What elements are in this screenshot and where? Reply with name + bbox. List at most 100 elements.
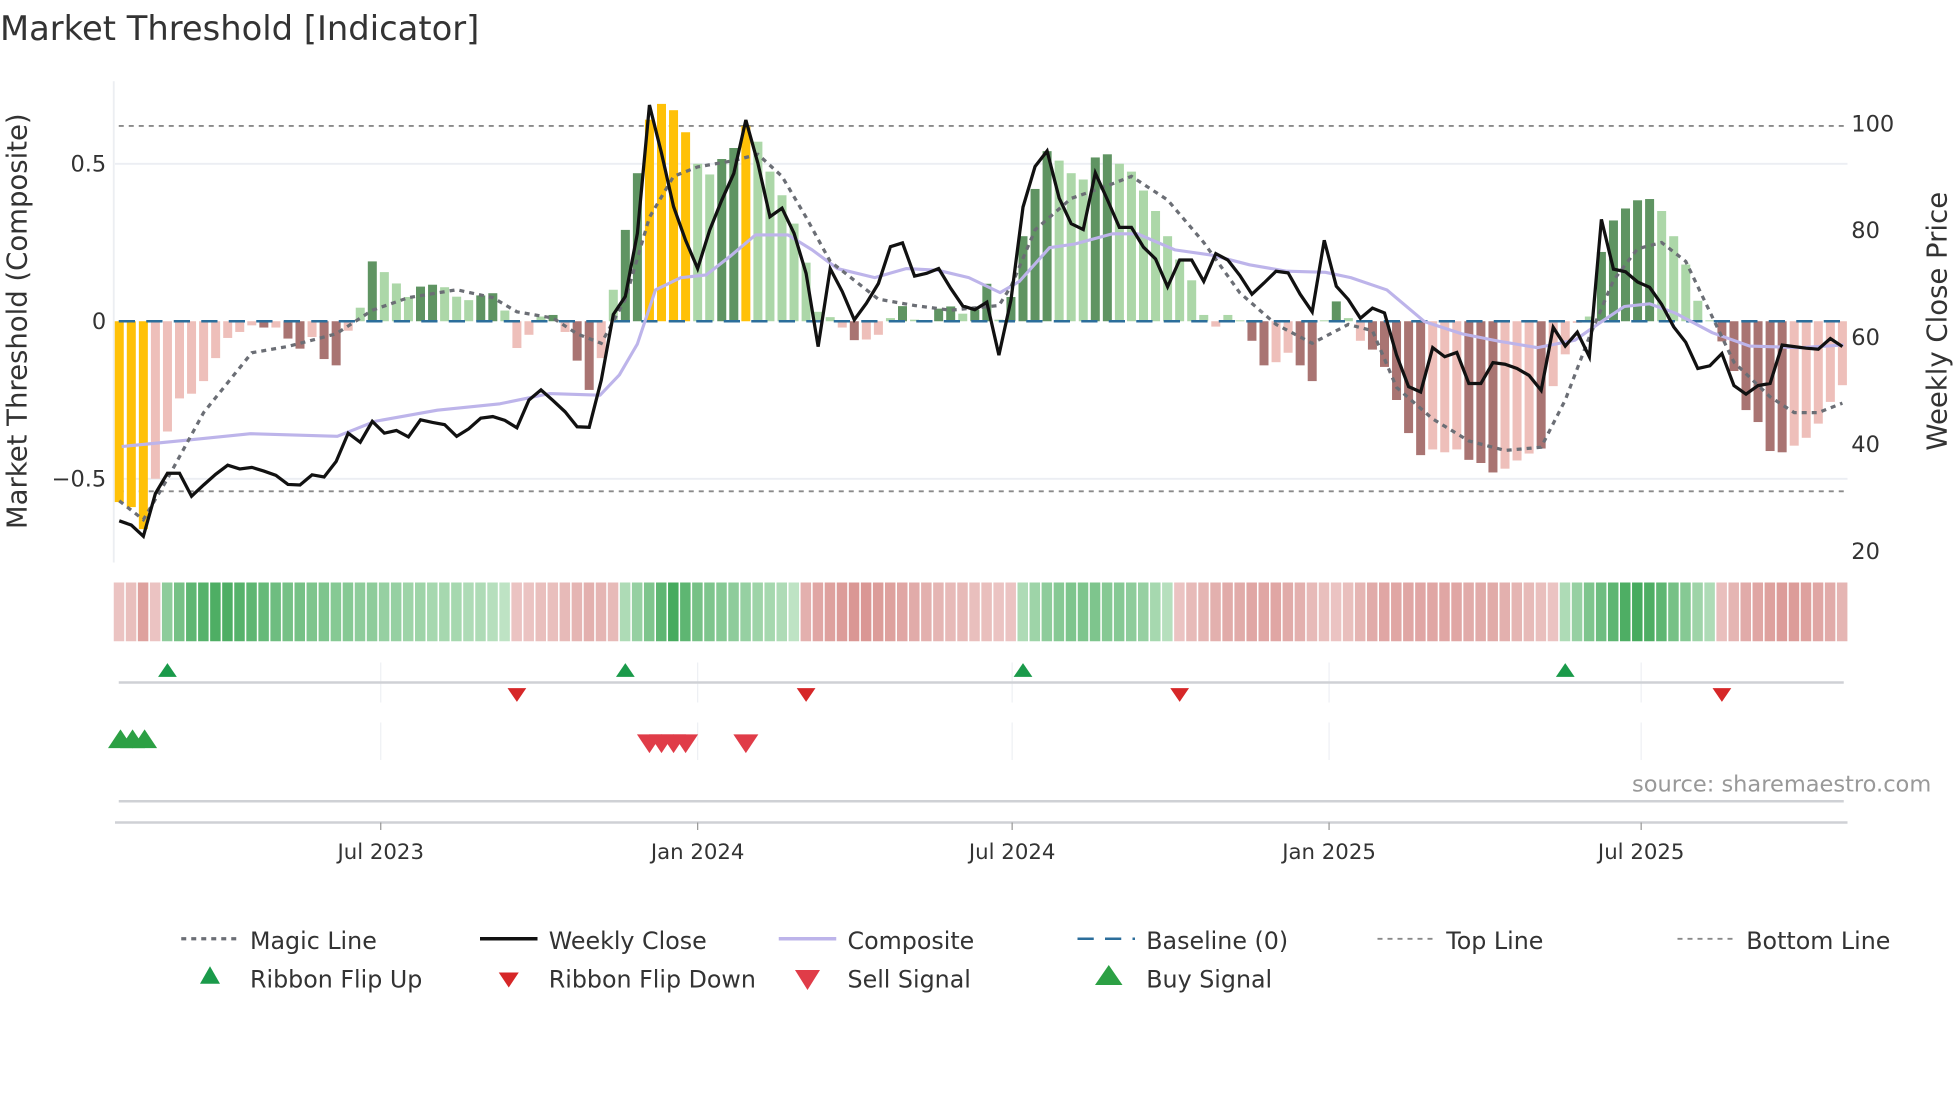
ribbon-cell (643, 582, 655, 642)
composite-bar (1126, 171, 1136, 322)
ribbon-cell (1704, 582, 1715, 642)
ribbon-flip-down-icon (1712, 688, 1732, 702)
ribbon-cell (1354, 582, 1366, 642)
composite-bar (741, 125, 751, 322)
ribbon-cell (125, 582, 137, 642)
ribbon-cell (1632, 582, 1643, 642)
legend-label: Weekly Close (549, 927, 707, 955)
right-tick-label: 40 (1851, 432, 1880, 458)
ribbon-cell (897, 582, 908, 642)
right-tick-label: 20 (1851, 539, 1880, 565)
right-tick-label: 60 (1851, 325, 1880, 351)
composite-bar (319, 321, 329, 360)
composite-bar (1741, 321, 1751, 411)
composite-bar (1355, 321, 1365, 341)
composite-bar (898, 306, 908, 322)
composite-bar (1753, 321, 1763, 423)
composite-bar (1813, 321, 1823, 424)
x-tick-label: Jul 2025 (1596, 840, 1684, 865)
ribbon-cell (583, 582, 595, 642)
x-tick-label: Jul 2024 (967, 840, 1055, 865)
composite-bar (1765, 321, 1775, 452)
legend-item: Sell Signal (795, 966, 971, 994)
composite-bar (1512, 321, 1522, 461)
composite-bar (271, 321, 281, 328)
composite-bar (211, 321, 221, 359)
legend-label: Sell Signal (848, 966, 971, 994)
ribbon-cell (1403, 582, 1414, 642)
ribbon-cell (1017, 582, 1028, 642)
ribbon-cell (969, 582, 980, 642)
composite-bar (1837, 321, 1847, 386)
ribbon-cell (1282, 582, 1294, 642)
composite-bar (1295, 321, 1305, 366)
ribbon-cell (1366, 582, 1378, 642)
ribbon-cell (957, 582, 968, 642)
ribbon-cell (704, 582, 715, 642)
legend-triangle-up-icon (200, 966, 220, 984)
ribbon-cell (354, 582, 366, 642)
ribbon-cell (1499, 582, 1510, 642)
ribbon-cell (1487, 582, 1498, 642)
ribbon-cell (174, 582, 185, 642)
composite-bar (1235, 320, 1245, 322)
legend-label: Magic Line (250, 927, 377, 955)
legend-item: Top Line (1377, 927, 1543, 955)
ribbon-cell (824, 582, 836, 642)
ribbon-cell (246, 582, 257, 642)
composite-bar (476, 295, 486, 322)
legend-label: Composite (848, 927, 975, 955)
composite-bar (512, 321, 522, 349)
ribbon-cell (1439, 582, 1450, 642)
legend-triangle-down-large-icon (795, 970, 820, 990)
composite-bar (247, 321, 257, 326)
ribbon-cell (1053, 582, 1065, 642)
ribbon-cell (1559, 582, 1571, 642)
right-tick-label: 80 (1851, 218, 1880, 244)
ribbon-cell (1764, 582, 1776, 642)
ribbon-cell (222, 582, 233, 642)
ribbon-cell (511, 582, 522, 642)
ribbon-flip-down-icon (507, 688, 527, 702)
ribbon-cell (1089, 582, 1101, 642)
ribbon-cell (872, 582, 884, 642)
ribbon-cell (1306, 582, 1318, 642)
ribbon-cell (571, 582, 583, 642)
ribbon-cell (993, 582, 1004, 642)
ribbon-cell (294, 582, 305, 642)
composite-bar (162, 321, 172, 432)
ribbon-cell (1391, 582, 1402, 642)
composite-bar (1789, 321, 1799, 446)
ribbon-cell (680, 582, 691, 642)
ribbon-cell (186, 582, 197, 642)
ribbon-cell (1728, 582, 1739, 642)
ribbon-cell (1318, 582, 1330, 642)
composite-bar (584, 321, 594, 390)
ribbon-cell (1125, 582, 1137, 642)
ribbon-cell (595, 582, 607, 642)
ribbon-cell (487, 582, 498, 642)
composite-bar (1524, 321, 1534, 454)
composite-bar (150, 321, 160, 479)
legend-label: Top Line (1445, 927, 1543, 955)
ribbon-cell (366, 582, 378, 642)
ribbon-cell (1740, 582, 1751, 642)
ribbon-cell (451, 582, 462, 642)
composite-bar (1681, 264, 1691, 322)
ribbon-cell (1029, 582, 1041, 642)
ribbon-cell (884, 582, 896, 642)
ribbon-cell (330, 582, 342, 642)
legend-item: Magic Line (181, 927, 377, 955)
ribbon-cell (113, 582, 125, 642)
ribbon-cell (523, 582, 534, 642)
ribbon-cell (1186, 582, 1197, 642)
composite-bar (175, 321, 184, 399)
ribbon-cell (812, 582, 824, 642)
composite-bar (861, 321, 871, 340)
composite-bar (500, 310, 510, 322)
ribbon-cell (1113, 582, 1125, 642)
composite-bar (1030, 188, 1040, 322)
composite-bar (367, 261, 377, 322)
composite-bar (464, 300, 474, 322)
ribbon-cell (836, 582, 848, 642)
